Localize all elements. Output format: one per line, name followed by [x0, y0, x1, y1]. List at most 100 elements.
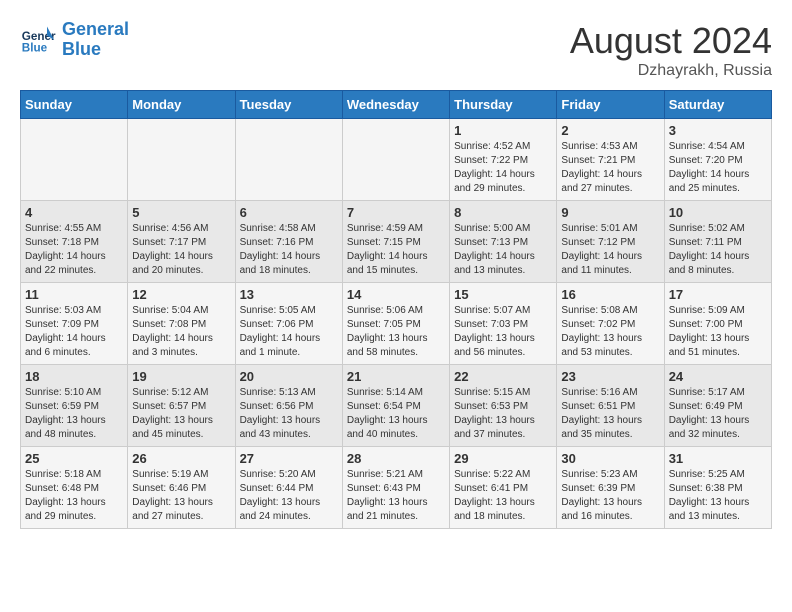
day-info: Sunrise: 5:21 AM Sunset: 6:43 PM Dayligh… — [347, 468, 445, 524]
day-number: 30 — [561, 451, 659, 466]
day-number: 29 — [454, 451, 552, 466]
day-cell: 4 Sunrise: 4:55 AM Sunset: 7:18 PM Daylig… — [21, 201, 128, 283]
day-number: 5 — [132, 205, 230, 220]
day-cell: 31 Sunrise: 5:25 AM Sunset: 6:38 PM Dayli… — [664, 447, 771, 529]
day-cell: 22 Sunrise: 5:15 AM Sunset: 6:53 PM Dayli… — [450, 365, 557, 447]
day-cell: 5 Sunrise: 4:56 AM Sunset: 7:17 PM Daylig… — [128, 201, 235, 283]
day-cell: 10Sunrise: 5:02 AM Sunset: 7:11 PM Dayli… — [664, 201, 771, 283]
day-number: 18 — [25, 369, 123, 384]
day-number: 2 — [561, 123, 659, 138]
day-cell: 8 Sunrise: 5:00 AM Sunset: 7:13 PM Daylig… — [450, 201, 557, 283]
day-info: Sunrise: 4:56 AM Sunset: 7:17 PM Dayligh… — [132, 222, 230, 278]
day-cell: 28 Sunrise: 5:21 AM Sunset: 6:43 PM Dayli… — [342, 447, 449, 529]
day-cell — [21, 119, 128, 201]
day-number: 21 — [347, 369, 445, 384]
day-info: Sunrise: 4:52 AM Sunset: 7:22 PM Dayligh… — [454, 140, 552, 196]
day-info: Sunrise: 5:15 AM Sunset: 6:53 PM Dayligh… — [454, 386, 552, 442]
day-info: Sunrise: 5:05 AM Sunset: 7:06 PM Dayligh… — [240, 304, 338, 360]
day-cell — [342, 119, 449, 201]
days-header-row: SundayMondayTuesdayWednesdayThursdayFrid… — [21, 91, 772, 119]
day-cell: 17 Sunrise: 5:09 AM Sunset: 7:00 PM Dayli… — [664, 283, 771, 365]
day-info: Sunrise: 4:55 AM Sunset: 7:18 PM Dayligh… — [25, 222, 123, 278]
day-cell: 2 Sunrise: 4:53 AM Sunset: 7:21 PM Daylig… — [557, 119, 664, 201]
day-number: 16 — [561, 287, 659, 302]
day-number: 6 — [240, 205, 338, 220]
day-number: 31 — [669, 451, 767, 466]
day-info: Sunrise: 5:01 AM Sunset: 7:12 PM Dayligh… — [561, 222, 659, 278]
logo-line2: Blue — [62, 39, 101, 59]
day-cell: 21Sunrise: 5:14 AM Sunset: 6:54 PM Dayli… — [342, 365, 449, 447]
day-info: Sunrise: 5:10 AM Sunset: 6:59 PM Dayligh… — [25, 386, 123, 442]
day-cell: 27 Sunrise: 5:20 AM Sunset: 6:44 PM Dayli… — [235, 447, 342, 529]
day-cell: 3Sunrise: 4:54 AM Sunset: 7:20 PM Daylig… — [664, 119, 771, 201]
page-header: General Blue General Blue August 2024 Dz… — [20, 20, 772, 80]
day-header-friday: Friday — [557, 91, 664, 119]
day-cell: 12 Sunrise: 5:04 AM Sunset: 7:08 PM Dayli… — [128, 283, 235, 365]
day-number: 25 — [25, 451, 123, 466]
day-number: 11 — [25, 287, 123, 302]
day-cell: 30 Sunrise: 5:23 AM Sunset: 6:39 PM Dayli… — [557, 447, 664, 529]
day-number: 13 — [240, 287, 338, 302]
day-info: Sunrise: 5:06 AM Sunset: 7:05 PM Dayligh… — [347, 304, 445, 360]
day-cell: 25 Sunrise: 5:18 AM Sunset: 6:48 PM Dayli… — [21, 447, 128, 529]
day-info: Sunrise: 4:53 AM Sunset: 7:21 PM Dayligh… — [561, 140, 659, 196]
day-cell: 26Sunrise: 5:19 AM Sunset: 6:46 PM Dayli… — [128, 447, 235, 529]
week-row-5: 25 Sunrise: 5:18 AM Sunset: 6:48 PM Dayli… — [21, 447, 772, 529]
day-number: 23 — [561, 369, 659, 384]
day-info: Sunrise: 5:02 AM Sunset: 7:11 PM Dayligh… — [669, 222, 767, 278]
day-header-thursday: Thursday — [450, 91, 557, 119]
svg-text:Blue: Blue — [22, 41, 48, 54]
day-info: Sunrise: 5:16 AM Sunset: 6:51 PM Dayligh… — [561, 386, 659, 442]
week-row-4: 18 Sunrise: 5:10 AM Sunset: 6:59 PM Dayli… — [21, 365, 772, 447]
day-cell: 11 Sunrise: 5:03 AM Sunset: 7:09 PM Dayli… — [21, 283, 128, 365]
day-info: Sunrise: 5:08 AM Sunset: 7:02 PM Dayligh… — [561, 304, 659, 360]
day-cell: 7Sunrise: 4:59 AM Sunset: 7:15 PM Daylig… — [342, 201, 449, 283]
day-number: 27 — [240, 451, 338, 466]
day-number: 4 — [25, 205, 123, 220]
day-cell: 13 Sunrise: 5:05 AM Sunset: 7:06 PM Dayli… — [235, 283, 342, 365]
day-number: 12 — [132, 287, 230, 302]
day-number: 19 — [132, 369, 230, 384]
week-row-3: 11 Sunrise: 5:03 AM Sunset: 7:09 PM Dayli… — [21, 283, 772, 365]
logo-icon: General Blue — [20, 22, 56, 58]
day-cell: 15Sunrise: 5:07 AM Sunset: 7:03 PM Dayli… — [450, 283, 557, 365]
logo-line1: General — [62, 19, 129, 39]
day-info: Sunrise: 5:17 AM Sunset: 6:49 PM Dayligh… — [669, 386, 767, 442]
day-number: 20 — [240, 369, 338, 384]
day-cell: 23 Sunrise: 5:16 AM Sunset: 6:51 PM Dayli… — [557, 365, 664, 447]
week-row-2: 4 Sunrise: 4:55 AM Sunset: 7:18 PM Daylig… — [21, 201, 772, 283]
day-header-saturday: Saturday — [664, 91, 771, 119]
day-cell: 20 Sunrise: 5:13 AM Sunset: 6:56 PM Dayli… — [235, 365, 342, 447]
day-number: 7 — [347, 205, 445, 220]
day-number: 28 — [347, 451, 445, 466]
day-info: Sunrise: 5:03 AM Sunset: 7:09 PM Dayligh… — [25, 304, 123, 360]
day-number: 22 — [454, 369, 552, 384]
week-row-1: 1 Sunrise: 4:52 AM Sunset: 7:22 PM Daylig… — [21, 119, 772, 201]
location-subtitle: Dzhayrakh, Russia — [570, 62, 772, 80]
day-cell: 9 Sunrise: 5:01 AM Sunset: 7:12 PM Daylig… — [557, 201, 664, 283]
day-number: 9 — [561, 205, 659, 220]
month-title: August 2024 — [570, 20, 772, 62]
logo: General Blue General Blue — [20, 20, 129, 60]
day-cell: 16 Sunrise: 5:08 AM Sunset: 7:02 PM Dayli… — [557, 283, 664, 365]
day-info: Sunrise: 5:09 AM Sunset: 7:00 PM Dayligh… — [669, 304, 767, 360]
day-cell: 1 Sunrise: 4:52 AM Sunset: 7:22 PM Daylig… — [450, 119, 557, 201]
day-info: Sunrise: 5:22 AM Sunset: 6:41 PM Dayligh… — [454, 468, 552, 524]
day-header-tuesday: Tuesday — [235, 91, 342, 119]
day-info: Sunrise: 4:58 AM Sunset: 7:16 PM Dayligh… — [240, 222, 338, 278]
day-info: Sunrise: 5:18 AM Sunset: 6:48 PM Dayligh… — [25, 468, 123, 524]
day-number: 1 — [454, 123, 552, 138]
day-info: Sunrise: 5:20 AM Sunset: 6:44 PM Dayligh… — [240, 468, 338, 524]
day-info: Sunrise: 5:07 AM Sunset: 7:03 PM Dayligh… — [454, 304, 552, 360]
day-info: Sunrise: 5:23 AM Sunset: 6:39 PM Dayligh… — [561, 468, 659, 524]
day-number: 17 — [669, 287, 767, 302]
day-header-wednesday: Wednesday — [342, 91, 449, 119]
day-number: 8 — [454, 205, 552, 220]
day-info: Sunrise: 5:04 AM Sunset: 7:08 PM Dayligh… — [132, 304, 230, 360]
day-info: Sunrise: 5:25 AM Sunset: 6:38 PM Dayligh… — [669, 468, 767, 524]
day-header-monday: Monday — [128, 91, 235, 119]
day-cell: 14Sunrise: 5:06 AM Sunset: 7:05 PM Dayli… — [342, 283, 449, 365]
day-cell — [235, 119, 342, 201]
day-info: Sunrise: 5:00 AM Sunset: 7:13 PM Dayligh… — [454, 222, 552, 278]
day-info: Sunrise: 5:13 AM Sunset: 6:56 PM Dayligh… — [240, 386, 338, 442]
